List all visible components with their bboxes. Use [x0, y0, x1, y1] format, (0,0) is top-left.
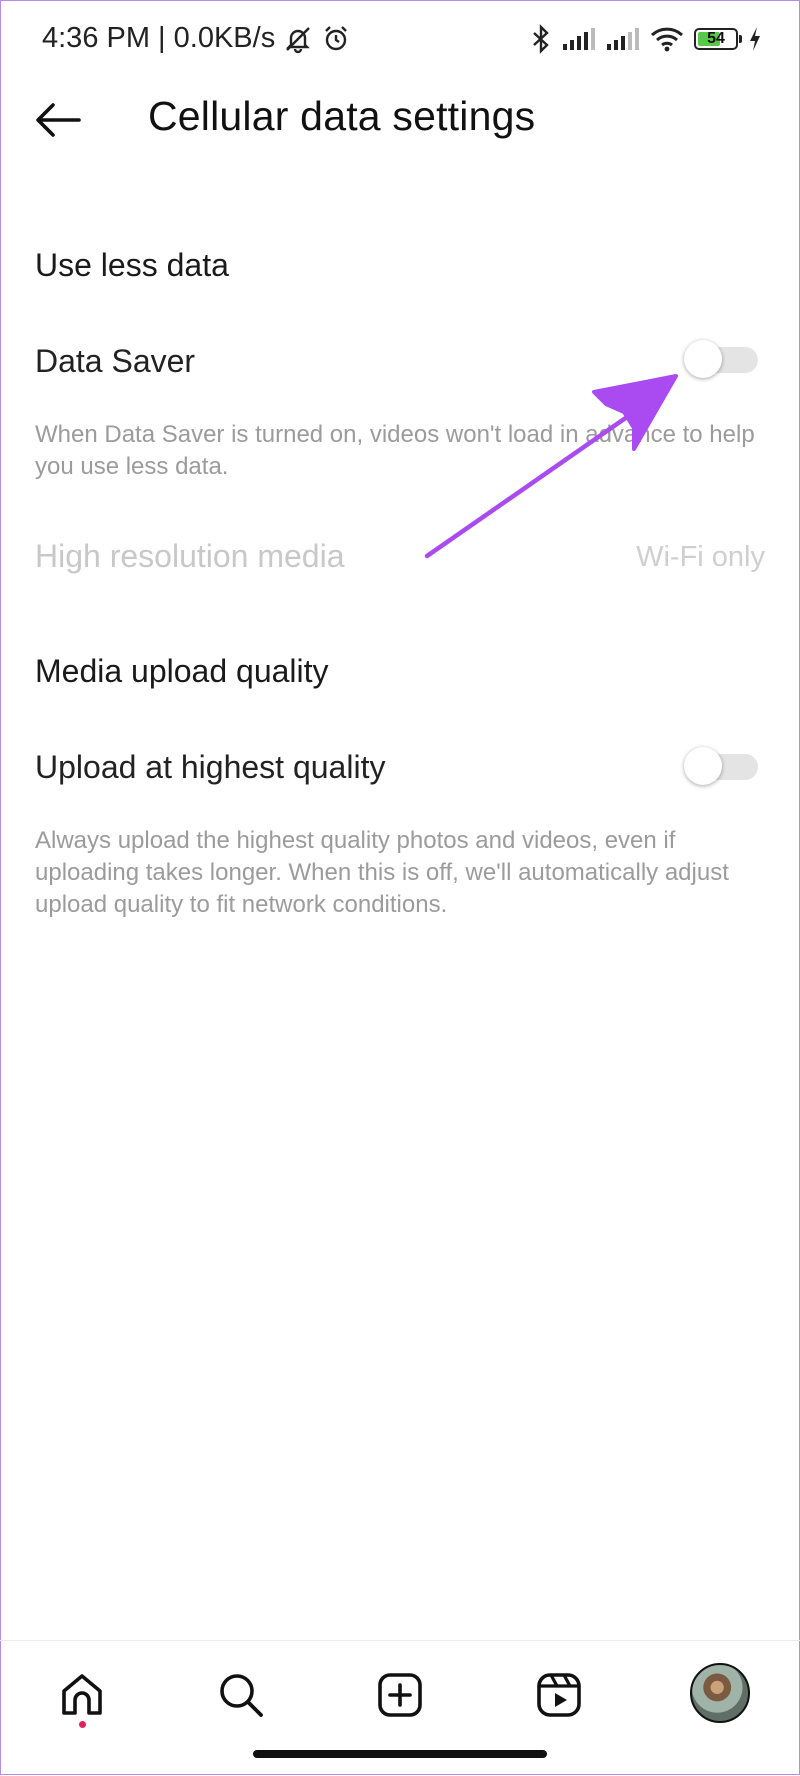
alarm-clock-icon	[325, 25, 348, 50]
page-title: Cellular data settings	[148, 93, 536, 139]
high-resolution-media-label[interactable]: High resolution media	[35, 538, 345, 575]
signal-icon-2	[607, 28, 639, 50]
gesture-home-indicator[interactable]	[253, 1750, 547, 1758]
charging-bolt-icon	[750, 27, 760, 51]
arrow-left-icon	[36, 103, 81, 137]
nav-create[interactable]	[368, 1663, 432, 1727]
high-resolution-media-value: Wi-Fi only	[636, 541, 765, 573]
section-title-use-less-data: Use less data	[35, 247, 229, 283]
reels-icon	[537, 1673, 581, 1717]
battery-level: 54	[707, 30, 725, 47]
data-saver-description: When Data Saver is turned on, videos won…	[35, 421, 755, 480]
section-title-media-upload-quality: Media upload quality	[35, 653, 329, 689]
status-right: 54	[530, 24, 762, 54]
nav-search[interactable]	[209, 1663, 273, 1727]
battery-indicator: 54	[694, 28, 742, 50]
profile-avatar[interactable]	[690, 1663, 750, 1723]
home-notification-dot	[79, 1721, 86, 1728]
data-saver-toggle[interactable]	[684, 340, 758, 378]
status-time-network: 4:36 PM | 0.0KB/s	[42, 22, 276, 54]
status-left: 4:36 PM | 0.0KB/s	[42, 22, 351, 55]
back-button[interactable]	[30, 96, 86, 144]
upload-highest-quality-label[interactable]: Upload at highest quality	[35, 749, 385, 786]
toggle-knob	[684, 340, 722, 378]
signal-icon	[563, 28, 595, 50]
data-saver-label[interactable]: Data Saver	[35, 343, 195, 380]
bluetooth-icon	[533, 24, 549, 54]
wifi-icon	[650, 27, 684, 52]
plus-square-icon	[378, 1673, 422, 1717]
nav-home[interactable]	[50, 1663, 114, 1727]
upload-highest-quality-toggle[interactable]	[684, 747, 758, 785]
search-icon	[220, 1674, 263, 1717]
toggle-knob	[684, 747, 722, 785]
home-icon	[62, 1674, 102, 1715]
upload-highest-quality-description: Always upload the highest quality photos…	[35, 827, 729, 918]
status-bar: 4:36 PM | 0.0KB/s 54	[0, 0, 800, 80]
nav-reels[interactable]	[527, 1663, 591, 1727]
muted-bell-icon	[286, 26, 311, 53]
